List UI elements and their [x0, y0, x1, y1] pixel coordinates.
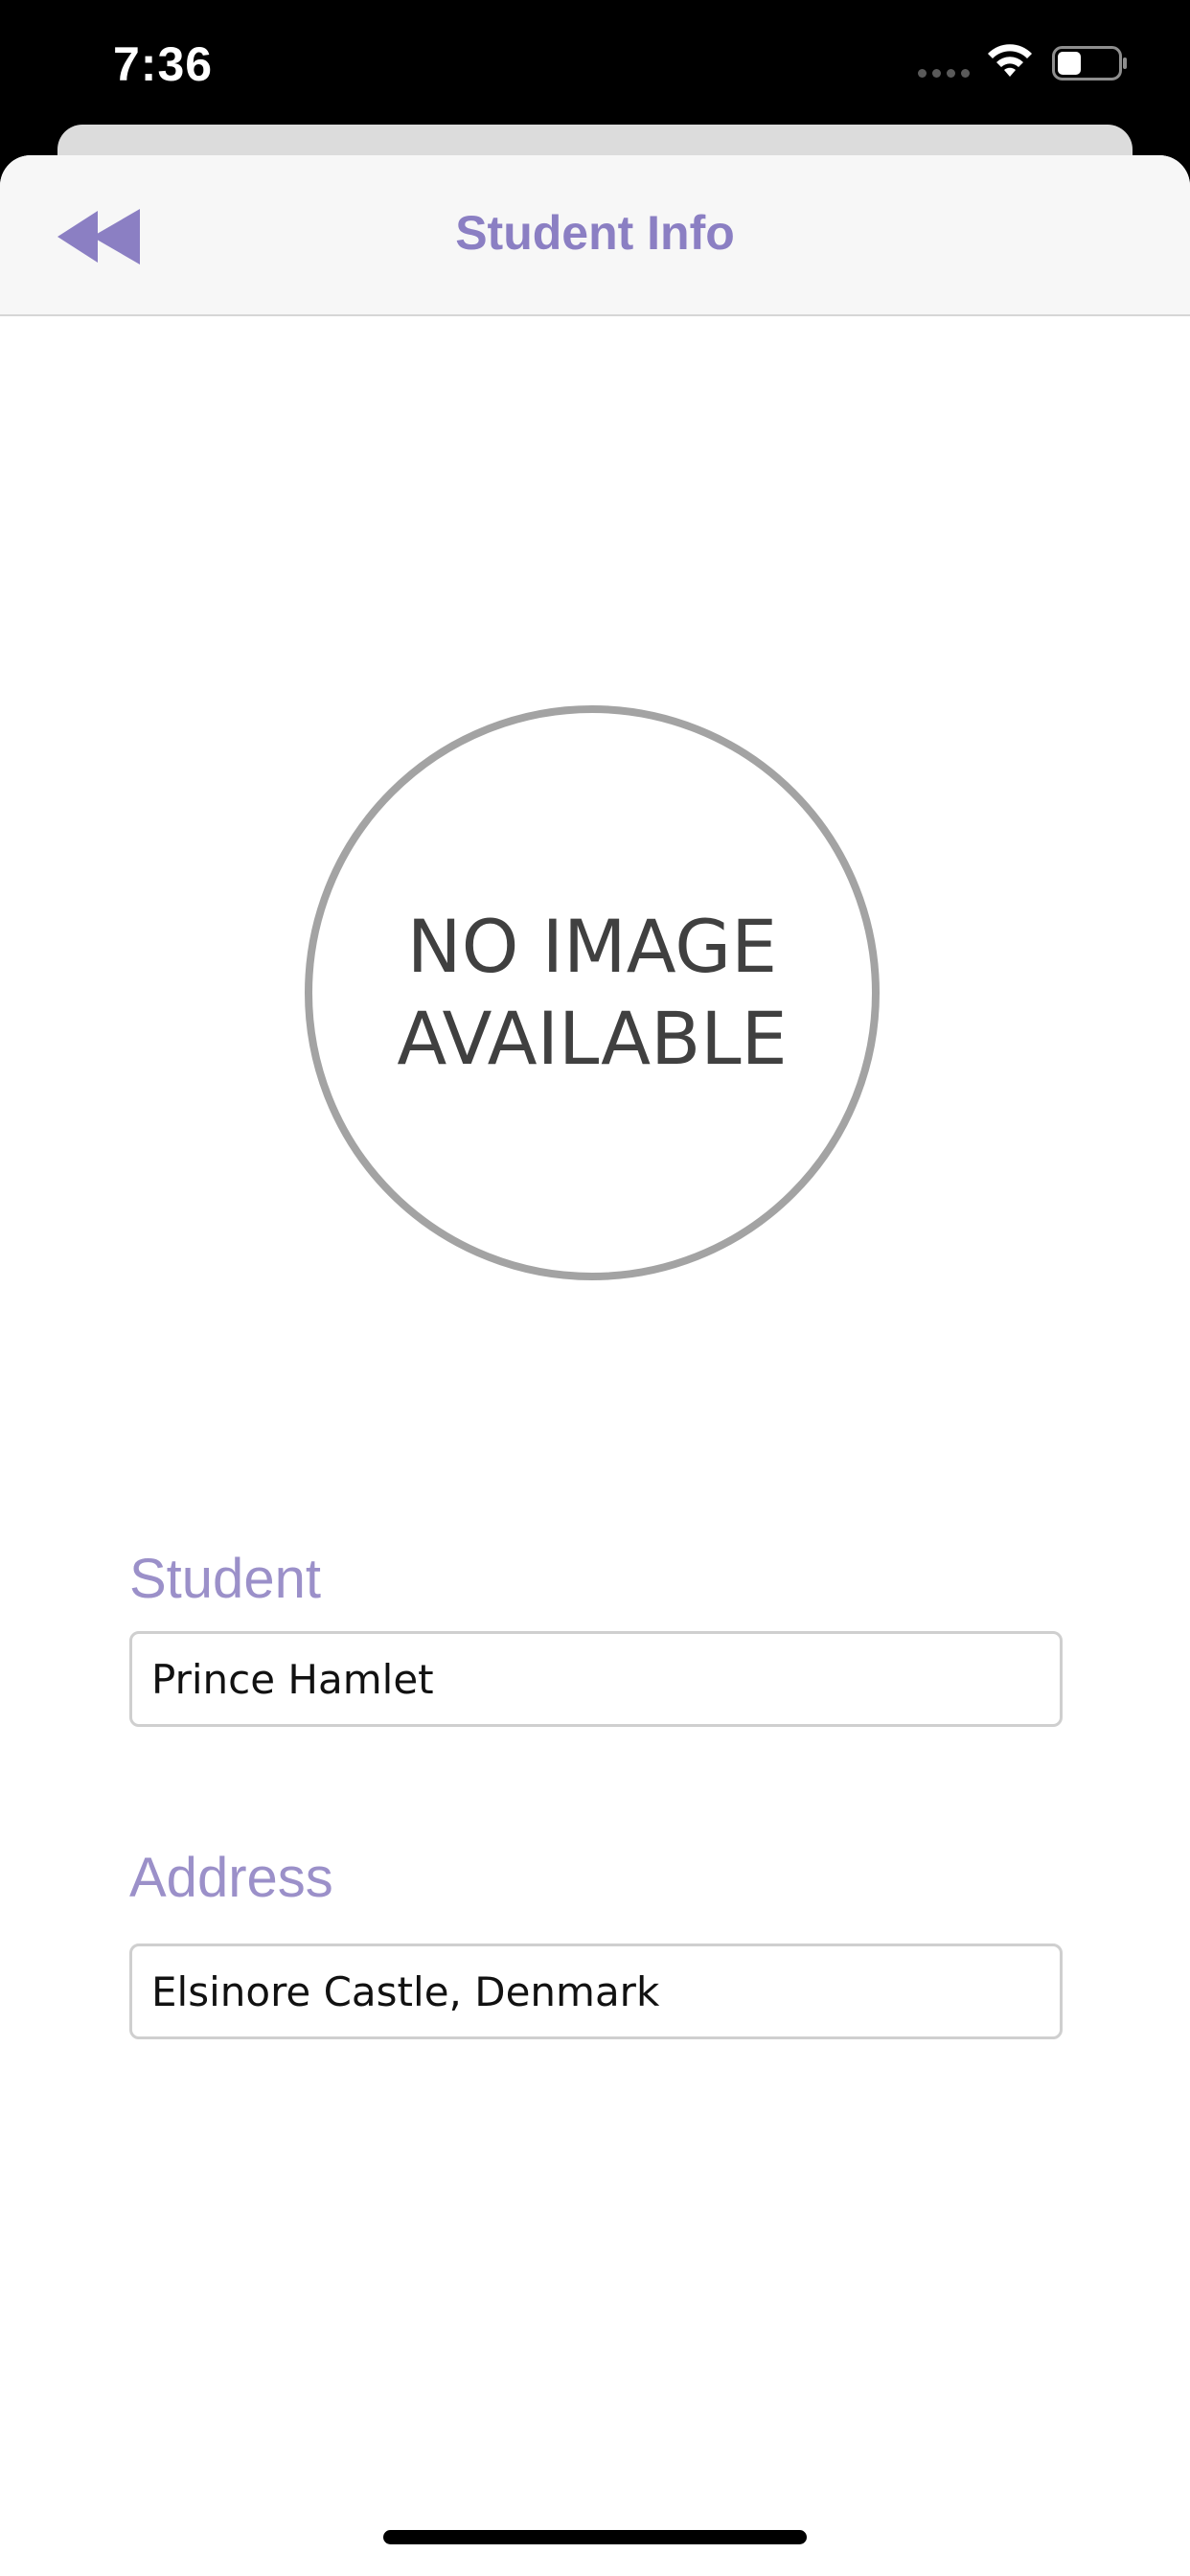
student-field[interactable] [129, 1631, 1063, 1727]
home-indicator [383, 2530, 807, 2544]
screen: 7:36 Student Info NO IMAGE AVAILABLE Stu… [0, 0, 1190, 2576]
status-bar: 7:36 [0, 0, 1190, 144]
student-photo-placeholder[interactable]: NO IMAGE AVAILABLE [305, 705, 880, 1280]
address-field[interactable] [129, 1944, 1063, 2039]
modal-sheet: Student Info NO IMAGE AVAILABLE Student … [0, 155, 1190, 2576]
no-image-text: NO IMAGE AVAILABLE [397, 904, 788, 1081]
status-time: 7:36 [113, 37, 214, 91]
nav-bar: Student Info [0, 155, 1190, 316]
page-title: Student Info [455, 206, 735, 260]
address-label: Address [129, 1847, 333, 1909]
signal-dots-icon [918, 69, 970, 78]
wifi-icon [988, 44, 1032, 77]
battery-icon [1052, 46, 1127, 80]
student-label: Student [129, 1548, 321, 1610]
